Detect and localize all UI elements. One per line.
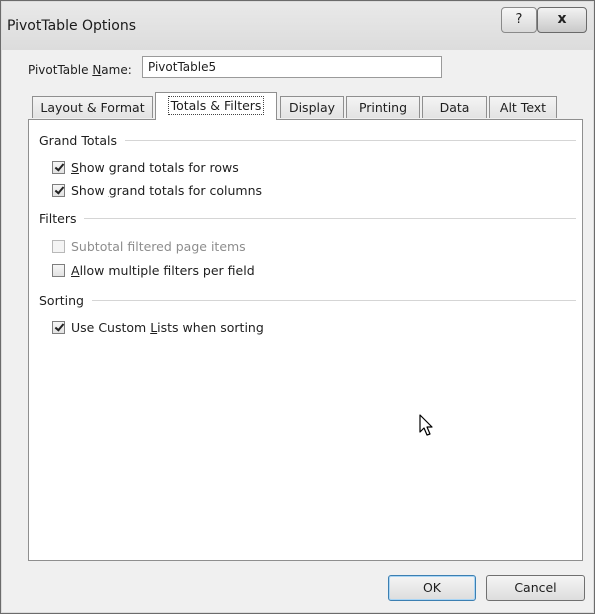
section-sorting: Sorting — [39, 292, 576, 308]
cancel-button[interactable]: Cancel — [486, 575, 585, 601]
checkbox-label: Allow multiple filters per field — [71, 262, 255, 278]
pivottable-name-input[interactable]: PivotTable5 — [142, 56, 442, 78]
checkbox-label: Show grand totals for columns — [71, 182, 263, 198]
close-button[interactable]: x — [537, 7, 587, 33]
checkbox-use-custom-lists[interactable]: Use Custom Lists when sorting — [52, 319, 264, 335]
checkbox-show-grand-totals-rows[interactable]: Show grand totals for rows — [52, 159, 239, 175]
checkbox-checked-icon[interactable] — [52, 183, 65, 197]
tab-totals-filters[interactable]: Totals & Filters — [155, 92, 277, 120]
checkbox-label: Show grand totals for rows — [71, 159, 239, 175]
close-icon: x — [557, 11, 567, 27]
checkbox-unchecked-icon — [52, 239, 65, 253]
section-divider — [84, 217, 576, 219]
section-title-grand-totals: Grand Totals — [39, 132, 118, 148]
section-divider — [125, 139, 576, 141]
window-title: PivotTable Options — [7, 18, 137, 34]
checkbox-label: Use Custom Lists when sorting — [71, 319, 264, 335]
checkbox-allow-multiple-filters[interactable]: Allow multiple filters per field — [52, 262, 255, 278]
pivottable-options-dialog: PivotTable Options ? x PivotTable Name: … — [0, 0, 595, 614]
tab-alt-text[interactable]: Alt Text — [489, 96, 557, 118]
tab-display[interactable]: Display — [280, 96, 344, 118]
section-divider — [91, 299, 576, 301]
pivottable-name-label: PivotTable Name: — [28, 63, 132, 77]
help-icon: ? — [515, 12, 523, 27]
checkbox-unchecked-icon[interactable] — [52, 263, 65, 277]
checkbox-checked-icon[interactable] — [52, 160, 65, 174]
tab-printing[interactable]: Printing — [346, 96, 420, 118]
checkbox-checked-icon[interactable] — [52, 320, 65, 334]
title-bar: PivotTable Options ? x — [2, 2, 593, 50]
checkbox-show-grand-totals-columns[interactable]: Show grand totals for columns — [52, 182, 262, 198]
ok-button[interactable]: OK — [388, 575, 476, 601]
mouse-pointer-icon — [419, 414, 433, 436]
checkbox-subtotal-filtered-page-items: Subtotal filtered page items — [52, 238, 246, 254]
help-button[interactable]: ? — [501, 7, 537, 33]
section-title-sorting: Sorting — [39, 292, 84, 308]
section-title-filters: Filters — [39, 210, 77, 226]
section-grand-totals: Grand Totals — [39, 132, 576, 148]
tab-layout-format[interactable]: Layout & Format — [32, 96, 153, 118]
checkbox-label: Subtotal filtered page items — [71, 238, 246, 254]
tab-data[interactable]: Data — [422, 96, 487, 118]
tab-panel-totals-filters: Grand Totals Show grand totals for rows … — [28, 119, 583, 561]
section-filters: Filters — [39, 210, 576, 226]
